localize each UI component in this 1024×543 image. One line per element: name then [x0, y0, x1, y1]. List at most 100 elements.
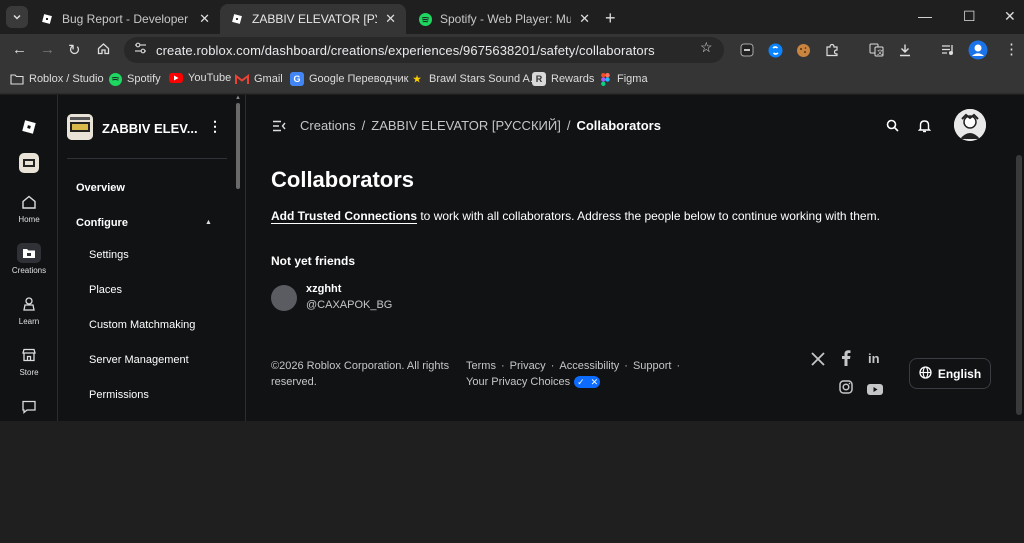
spotify-icon	[108, 72, 122, 86]
bookmark-roblox-studio[interactable]: Roblox / Studio	[10, 72, 104, 86]
experience-name: ZABBIV ELEV...	[102, 121, 198, 136]
search-icon[interactable]	[886, 119, 899, 137]
rail-label: Creations	[11, 266, 47, 275]
page-scrollbar[interactable]	[1016, 155, 1022, 415]
footer-link-privacy-choices[interactable]: Your Privacy Choices	[466, 376, 570, 388]
roblox-logo[interactable]	[0, 117, 58, 140]
address-bar[interactable]: create.roblox.com/dashboard/creations/ex…	[124, 37, 724, 63]
cookie-icon[interactable]	[795, 42, 811, 58]
tab-bug-report[interactable]: Bug Report - Developer Forum ✕	[30, 4, 220, 34]
download-icon[interactable]	[897, 42, 913, 58]
main-content: Creations / ZABBIV ELEVATOR [РУССКИЙ] / …	[246, 95, 1024, 421]
page-content: Home Creations Learn Store ZABBIV ELEV..…	[0, 95, 1024, 421]
bookmark-spotify[interactable]: Spotify	[108, 72, 161, 86]
bookmark-figma[interactable]: Figma	[598, 72, 648, 86]
sidebar-item-settings[interactable]: Settings	[89, 249, 129, 261]
maximize-button[interactable]: ☐	[963, 8, 976, 25]
new-tab-button[interactable]: +	[605, 8, 616, 29]
rail-item-home[interactable]: Home	[0, 192, 58, 224]
close-icon[interactable]: ✕	[579, 11, 590, 27]
avatar[interactable]	[954, 109, 986, 141]
home-button[interactable]	[97, 42, 110, 59]
close-icon[interactable]: ✕	[385, 11, 396, 27]
sidebar-divider	[67, 158, 227, 159]
sidebar-item-places[interactable]: Places	[89, 284, 122, 296]
bookmark-brawl-stars[interactable]: ★ Brawl Stars Sound A...	[410, 72, 539, 86]
section-title: Not yet friends	[271, 254, 356, 268]
footer-link-accessibility[interactable]: Accessibility	[559, 360, 619, 372]
breadcrumb: Creations / ZABBIV ELEVATOR [РУССКИЙ] / …	[300, 118, 661, 133]
experience-menu-kebab-icon[interactable]: ⋮	[208, 118, 222, 135]
bell-icon[interactable]	[917, 119, 932, 138]
linkedin-icon[interactable]: in	[868, 351, 880, 366]
breadcrumb-creations[interactable]: Creations	[300, 118, 356, 133]
bookmark-gmail[interactable]: Gmail	[235, 72, 283, 86]
reload-icon[interactable]: ↻	[68, 41, 81, 59]
tab-spotify[interactable]: Spotify - Web Player: Music for ✕	[408, 4, 600, 34]
sidebar-item-custom-matchmaking[interactable]: Custom Matchmaking	[89, 319, 195, 331]
instagram-icon[interactable]	[839, 380, 853, 397]
google-translate-icon: G	[290, 72, 304, 86]
bookmark-star-icon[interactable]: ☆	[700, 39, 713, 56]
site-settings-icon[interactable]	[134, 41, 148, 59]
tab-search-button[interactable]	[6, 6, 28, 28]
breadcrumb-experience[interactable]: ZABBIV ELEVATOR [РУССКИЙ]	[371, 118, 561, 133]
bookmark-rewards[interactable]: R Rewards	[532, 72, 594, 86]
sidebar-item-permissions[interactable]: Permissions	[89, 389, 149, 401]
rail-item-messages[interactable]	[0, 397, 58, 420]
rail-item-store[interactable]: Store	[0, 345, 58, 377]
media-control-icon[interactable]	[940, 42, 956, 58]
privacy-choices-toggle-icon[interactable]	[574, 374, 601, 390]
experience-sidebar: ZABBIV ELEV... ⋮ Overview Configure ▲ Se…	[58, 95, 246, 421]
spotify-favicon-icon	[418, 12, 432, 26]
brawl-stars-icon: ★	[412, 73, 422, 84]
rail-item-learn[interactable]: Learn	[0, 294, 58, 326]
close-icon[interactable]: ✕	[199, 11, 210, 27]
facebook-icon[interactable]	[841, 350, 851, 369]
folder-icon	[17, 243, 41, 263]
translate-icon[interactable]: 文	[868, 42, 884, 58]
footer-link-terms[interactable]: Terms	[466, 360, 496, 372]
forward-button[interactable]: →	[40, 41, 55, 58]
roblox-favicon-icon	[230, 12, 244, 26]
tab-strip: Bug Report - Developer Forum ✕ ZABBIV EL…	[0, 0, 1024, 34]
collapse-menu-icon[interactable]	[272, 119, 286, 137]
breadcrumb-separator: /	[566, 118, 571, 133]
browser-toolbar: ← → ↻ create.roblox.com/dashboard/creati…	[0, 34, 1024, 66]
sidebar-scrollbar[interactable]	[236, 103, 240, 189]
bookmark-google-translate[interactable]: G Google Переводчик	[290, 72, 409, 86]
menu-kebab-icon[interactable]: ⋮	[1004, 40, 1019, 58]
bookmark-label: Spotify	[127, 73, 161, 85]
rail-item-creations[interactable]: Creations	[0, 243, 58, 275]
bookmark-label: Google Переводчик	[309, 73, 409, 85]
youtube-icon[interactable]	[867, 382, 883, 398]
profile-icon[interactable]	[968, 40, 988, 60]
footer-link-privacy[interactable]: Privacy	[510, 360, 546, 372]
back-button[interactable]: ←	[12, 41, 27, 58]
sidebar-item-server-management[interactable]: Server Management	[89, 354, 189, 366]
bookmark-label: Rewards	[551, 73, 595, 85]
footer-dot: ·	[550, 360, 555, 372]
tab-title: Bug Report - Developer Forum	[62, 12, 191, 26]
footer-link-support[interactable]: Support	[633, 360, 672, 372]
experience-thumbnail-icon	[19, 153, 39, 173]
experience-thumbnail	[67, 114, 93, 140]
extension-icon[interactable]	[739, 42, 755, 58]
scroll-up-arrow[interactable]: ▲	[235, 95, 241, 101]
add-trusted-connections-link[interactable]: Add Trusted Connections	[271, 209, 417, 223]
x-twitter-icon[interactable]	[811, 352, 825, 369]
minimize-button[interactable]: —	[918, 8, 932, 24]
close-window-button[interactable]: ✕	[1004, 8, 1016, 25]
globe-icon	[919, 365, 932, 382]
puzzle-icon[interactable]	[824, 42, 840, 58]
shazam-icon[interactable]	[767, 42, 783, 58]
experience-thumbnail-rail[interactable]	[0, 153, 58, 176]
rail-label: Store	[19, 368, 39, 377]
rewards-icon: R	[532, 72, 546, 86]
language-selector[interactable]: English	[909, 358, 991, 389]
chevron-up-icon[interactable]: ▲	[205, 219, 212, 226]
collaborator-avatar[interactable]	[271, 285, 297, 311]
tab-zabbiv-elevator[interactable]: ZABBIV ELEVATOR [РУССКИЙ] / ✕	[220, 4, 406, 34]
bookmark-youtube[interactable]: YouTube	[169, 72, 231, 84]
collaborator-name[interactable]: xzghht	[306, 283, 341, 295]
